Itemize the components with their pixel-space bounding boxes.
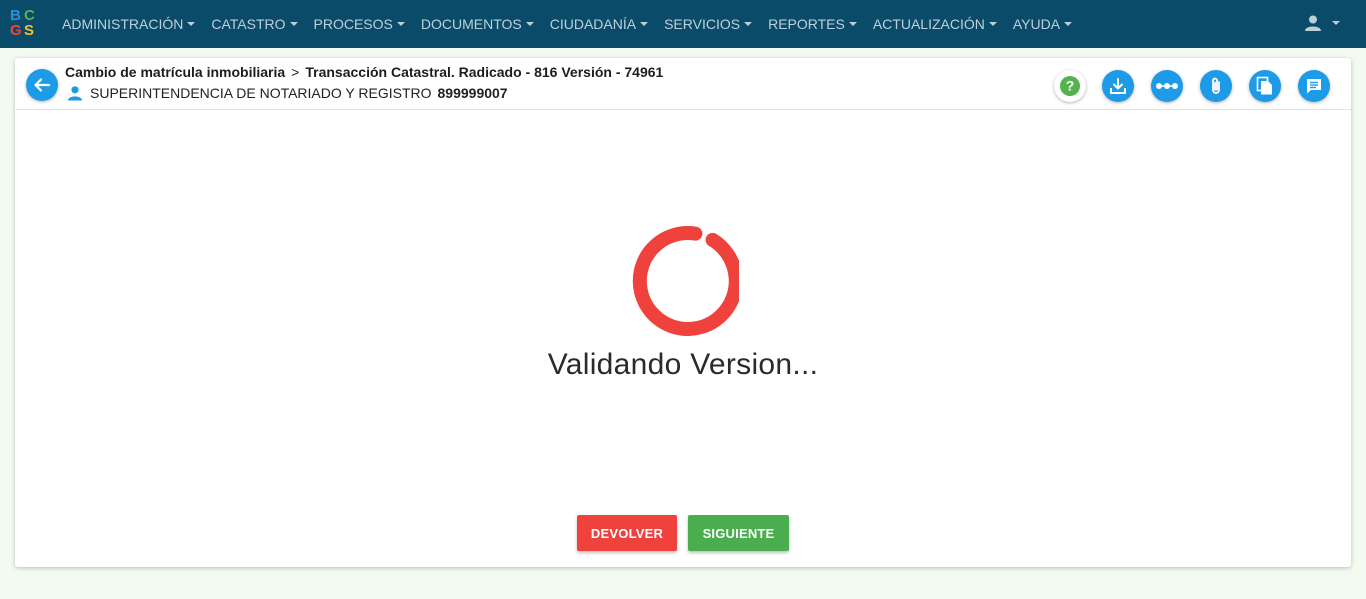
- menu-label: AYUDA: [1012, 16, 1061, 32]
- user-icon: [1305, 15, 1321, 31]
- breadcrumb-current: Transacción Catastral. Radicado - 816 Ve…: [305, 64, 664, 80]
- breadcrumb-separator: >: [291, 64, 300, 80]
- menu-servicios[interactable]: SERVICIOS: [664, 16, 753, 32]
- entity-name: SUPERINTENDENCIA DE NOTARIADO Y REGISTRO: [90, 85, 432, 101]
- main-menu: ADMINISTRACIÓN CATASTRO PROCESOS DOCUMEN…: [62, 0, 1088, 48]
- caret-down-icon: [396, 22, 405, 26]
- question-icon: ?: [1060, 76, 1080, 96]
- top-navbar: B C G S ADMINISTRACIÓN CATASTRO PROCESOS…: [0, 0, 1366, 48]
- menu-label: CIUDADANÍA: [549, 16, 637, 32]
- documents-icon: [1256, 76, 1272, 95]
- return-button[interactable]: DEVOLVER: [577, 515, 677, 551]
- caret-down-icon: [744, 22, 753, 26]
- menu-label: DOCUMENTOS: [420, 16, 522, 32]
- menu-ciudadania[interactable]: CIUDADANÍA: [549, 16, 649, 32]
- caret-down-icon: [1064, 22, 1073, 26]
- breadcrumb-parent[interactable]: Cambio de matrícula inmobiliaria: [65, 64, 285, 80]
- card-header: Cambio de matrícula inmobiliaria > Trans…: [15, 58, 1351, 110]
- menu-actualizacion[interactable]: ACTUALIZACIÓN: [873, 16, 997, 32]
- app-logo[interactable]: B C G S: [8, 6, 40, 42]
- menu-label: ACTUALIZACIÓN: [872, 16, 985, 32]
- logo-letter-s: S: [24, 22, 35, 39]
- loading-spinner-icon: [632, 226, 739, 336]
- caret-down-icon: [525, 22, 534, 26]
- menu-ayuda[interactable]: AYUDA: [1012, 16, 1073, 32]
- back-button[interactable]: [26, 69, 58, 101]
- next-button[interactable]: SIGUIENTE: [688, 515, 789, 551]
- caret-down-icon: [289, 22, 298, 26]
- caret-down-icon: [187, 22, 196, 26]
- menu-catastro[interactable]: CATASTRO: [211, 16, 298, 32]
- help-label: ?: [1066, 78, 1075, 94]
- logo-letter-g: G: [10, 22, 22, 39]
- entity-id: 899999007: [437, 85, 508, 101]
- menu-procesos[interactable]: PROCESOS: [314, 16, 405, 32]
- caret-down-icon: [988, 22, 997, 26]
- comments-button[interactable]: [1298, 70, 1330, 102]
- menu-reportes[interactable]: REPORTES: [768, 16, 857, 32]
- arrow-left-icon: [34, 78, 51, 92]
- flow-button[interactable]: [1151, 70, 1183, 102]
- dots-flow-icon: [1156, 83, 1178, 89]
- menu-label: SERVICIOS: [664, 16, 741, 32]
- menu-label: REPORTES: [768, 16, 845, 32]
- comment-icon: [1307, 79, 1321, 94]
- person-icon: [68, 86, 82, 101]
- attach-button[interactable]: [1200, 70, 1232, 102]
- caret-down-icon: [640, 22, 649, 26]
- entity-info: SUPERINTENDENCIA DE NOTARIADO Y REGISTRO…: [67, 85, 508, 101]
- caret-down-icon: [1332, 21, 1340, 25]
- help-button[interactable]: ?: [1054, 70, 1086, 102]
- documents-button[interactable]: [1249, 70, 1281, 102]
- download-button[interactable]: [1102, 70, 1134, 102]
- download-icon: [1110, 78, 1126, 94]
- breadcrumb: Cambio de matrícula inmobiliaria > Trans…: [65, 64, 663, 80]
- paperclip-icon: [1212, 77, 1220, 94]
- menu-administracion[interactable]: ADMINISTRACIÓN: [62, 16, 196, 32]
- menu-documentos[interactable]: DOCUMENTOS: [421, 16, 534, 32]
- menu-label: CATASTRO: [211, 16, 286, 32]
- loading-message: Validando Version...: [547, 348, 819, 381]
- caret-down-icon: [848, 22, 857, 26]
- menu-label: ADMINISTRACIÓN: [62, 16, 184, 32]
- transaction-card: Cambio de matrícula inmobiliaria > Trans…: [15, 58, 1351, 567]
- menu-label: PROCESOS: [313, 16, 393, 32]
- user-menu[interactable]: [1304, 14, 1340, 32]
